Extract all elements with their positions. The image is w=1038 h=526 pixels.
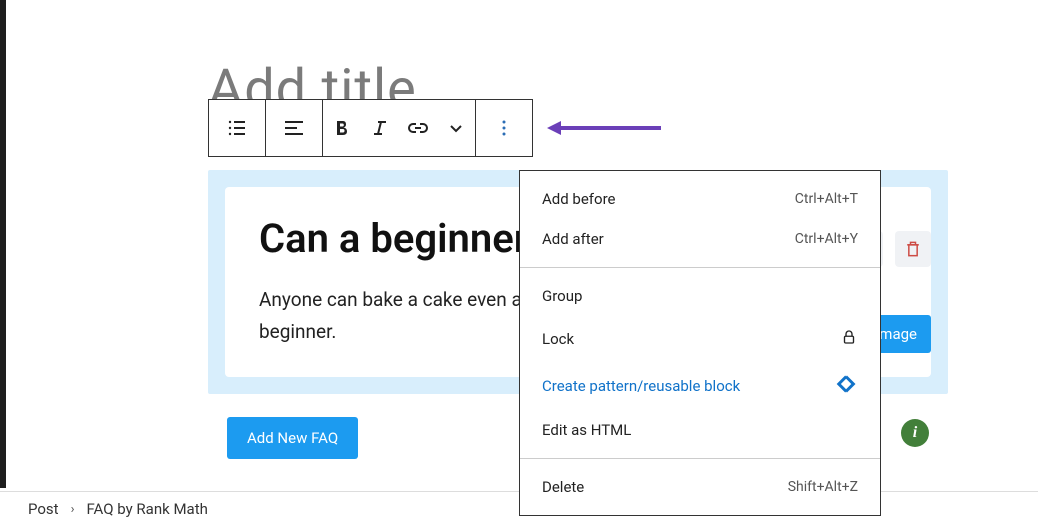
italic-button[interactable] [361, 100, 399, 156]
link-button[interactable] [399, 100, 437, 156]
shortcut-label: Ctrl+Alt+Y [795, 231, 858, 247]
delete-item[interactable]: Delete Shift+Alt+Z [520, 467, 880, 507]
trash-icon[interactable] [895, 231, 931, 267]
breadcrumb-block[interactable]: FAQ by Rank Math [86, 500, 207, 518]
bold-button[interactable] [323, 100, 361, 156]
add-before-item[interactable]: Add before Ctrl+Alt+T [520, 179, 880, 219]
align-button[interactable] [266, 100, 322, 156]
group-item[interactable]: Group [520, 276, 880, 316]
block-options-dropdown: Add before Ctrl+Alt+T Add after Ctrl+Alt… [519, 170, 881, 516]
admin-sidebar-sliver [0, 0, 6, 488]
options-button[interactable] [476, 100, 532, 156]
diamond-icon [836, 373, 858, 399]
shortcut-label: Shift+Alt+Z [788, 479, 858, 495]
info-icon[interactable]: i [901, 419, 929, 447]
shortcut-label: Ctrl+Alt+T [795, 191, 858, 207]
add-faq-button[interactable]: Add New FAQ [227, 417, 358, 459]
create-pattern-item[interactable]: Create pattern/reusable block [520, 362, 880, 410]
lock-icon [840, 327, 858, 351]
edit-html-item[interactable]: Edit as HTML [520, 410, 880, 450]
more-formatting-button[interactable] [437, 100, 475, 156]
block-toolbar [208, 99, 533, 157]
add-after-item[interactable]: Add after Ctrl+Alt+Y [520, 219, 880, 259]
breadcrumb-post[interactable]: Post [28, 500, 59, 518]
chevron-right-icon: › [71, 502, 75, 517]
list-view-button[interactable] [209, 100, 265, 156]
lock-item[interactable]: Lock [520, 316, 880, 362]
